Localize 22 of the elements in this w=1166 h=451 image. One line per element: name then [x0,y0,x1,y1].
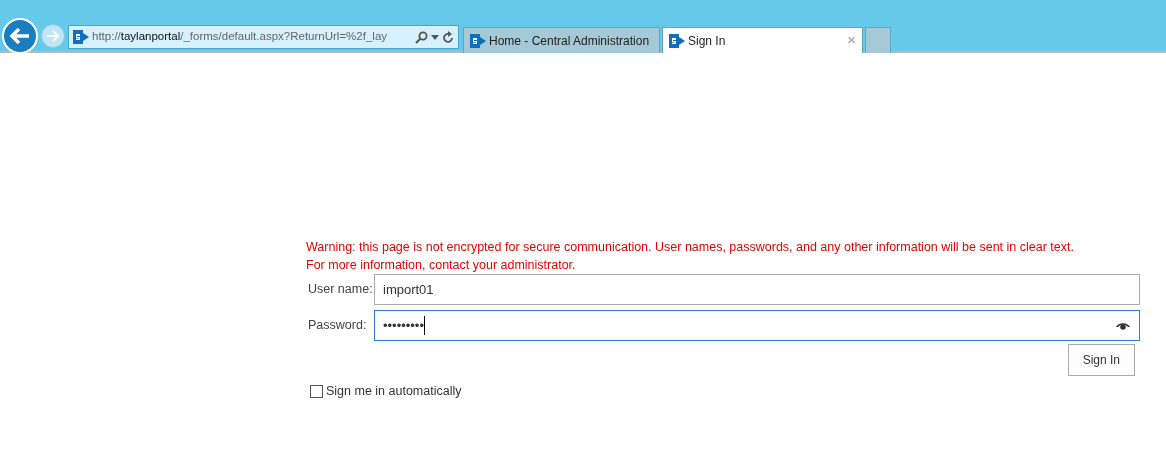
browser-tab[interactable]: Sign In × [662,27,863,53]
checkbox-label[interactable]: Sign me in automatically [326,382,462,401]
back-button[interactable] [2,18,38,54]
address-bar[interactable]: http://taylanportal/_forms/default.aspx?ReturnUrl=%2f_lay [68,25,459,49]
app-logo-icon [73,29,89,45]
input-field[interactable]: import01 [374,274,1140,305]
url-text: http://taylanportal/_forms/default.aspx?ReturnUrl=%2f_lay [92,29,389,45]
dropdown-caret-icon[interactable] [431,34,439,40]
field-label: Password: [307,317,368,335]
eye-icon[interactable] [1115,320,1131,331]
checkbox[interactable] [310,384,323,398]
warning-text: Warning: this page is not encrypted for secure communication. User names, passwords, and any other information will be sent in clear text. For more information, contact your administrator. [306,239,1075,274]
refresh-icon[interactable] [442,30,454,44]
app-logo-icon [669,32,685,49]
browser-tab[interactable]: Home - Central Administration [463,27,660,53]
search-icon[interactable] [415,30,428,44]
app-logo-icon [470,32,486,49]
sign-in-button[interactable]: Sign In [1067,344,1135,376]
forward-arrow-icon [46,30,60,42]
field-label: User name: [307,281,374,299]
back-arrow-icon [9,27,31,45]
input-field[interactable]: ••••••••• [374,310,1140,341]
